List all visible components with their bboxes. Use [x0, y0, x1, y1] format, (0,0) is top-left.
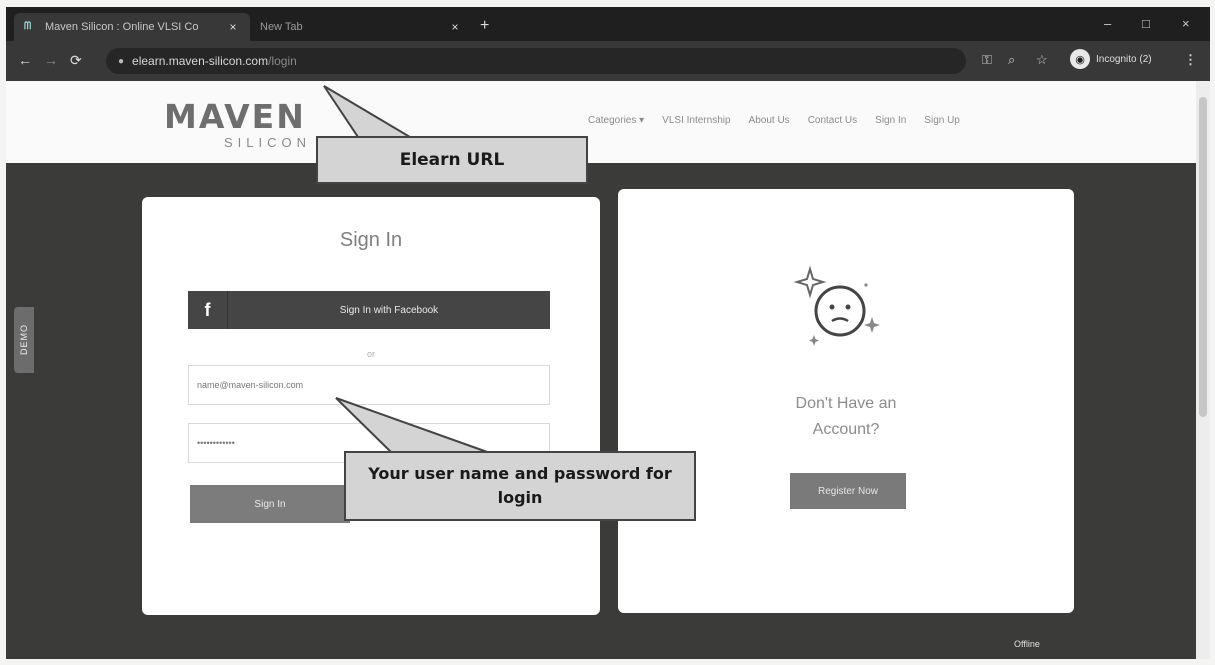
maven-silicon-logo[interactable]: MAVEN SILICON — [164, 97, 324, 153]
login-callout-line1: Your user name and password for — [368, 464, 672, 483]
new-tab-button[interactable]: + — [480, 17, 489, 35]
close-window-button[interactable]: × — [1182, 16, 1190, 31]
browser-window: ᗰ Maven Silicon : Online VLSI Co × New T… — [6, 7, 1210, 659]
sad-face-icon — [793, 265, 880, 346]
password-value: •••••••••••• — [197, 438, 235, 448]
logo-wordmark: MAVEN — [164, 97, 306, 136]
tab-new-tab[interactable]: New Tab × — [250, 13, 472, 41]
incognito-icon: ◉ — [1070, 49, 1090, 69]
key-icon[interactable]: ⚿ — [982, 52, 992, 68]
address-bar[interactable]: ● elearn.maven-silicon.com /login — [106, 48, 966, 74]
signin-title: Sign In — [339, 229, 403, 251]
menu-icon[interactable]: ⋮ — [1184, 52, 1197, 68]
login-callout-line2: login — [497, 488, 543, 507]
url-host: elearn.maven-silicon.com — [132, 54, 269, 68]
or-divider: or — [366, 349, 375, 359]
facebook-icon: f — [188, 291, 228, 329]
no-account-line1: Don't Have an — [795, 395, 897, 412]
no-account-text: Don't Have an Account? — [618, 391, 1074, 443]
nav-categories[interactable]: Categories ▾ — [588, 115, 644, 126]
elearn-url-callout: Elearn URL — [316, 136, 588, 184]
feedback-tab[interactable]: DEMO — [14, 307, 34, 373]
star-icon[interactable]: ☆ — [1036, 52, 1048, 68]
nav-about-us[interactable]: About Us — [749, 115, 790, 126]
incognito-label: Incognito (2) — [1096, 53, 1152, 65]
tab-title: Maven Silicon : Online VLSI Co — [45, 21, 199, 33]
tab-maven-silicon[interactable]: ᗰ Maven Silicon : Online VLSI Co × — [14, 13, 250, 41]
no-account-line2: Account? — [812, 421, 880, 438]
signin-button[interactable]: Sign In — [190, 485, 350, 523]
reload-icon[interactable]: ⟳ — [70, 52, 82, 69]
minimize-button[interactable]: – — [1104, 16, 1111, 31]
nav-contact-us[interactable]: Contact Us — [808, 115, 857, 126]
nav-sign-up[interactable]: Sign Up — [924, 115, 960, 126]
register-card: Don't Have an Account? Register Now — [618, 189, 1074, 613]
email-value: name@maven-silicon.com — [197, 380, 304, 390]
back-icon[interactable]: ← — [18, 52, 32, 68]
tab-title: New Tab — [260, 21, 303, 33]
url-path: /login — [268, 54, 297, 68]
logo-subtext: SILICON — [224, 135, 312, 150]
scrollbar-thumb[interactable] — [1199, 97, 1207, 417]
tab-strip: ᗰ Maven Silicon : Online VLSI Co × New T… — [6, 7, 1210, 41]
register-button[interactable]: Register Now — [790, 473, 906, 509]
facebook-signin-button[interactable]: f Sign In with Facebook — [188, 291, 550, 329]
page-scrollbar[interactable] — [1196, 81, 1210, 659]
site-header: MAVEN SILICON Categories ▾ VLSI Internsh… — [6, 81, 1196, 163]
login-credentials-callout: Your user name and password for login — [344, 451, 696, 521]
nav-vlsi-internship[interactable]: VLSI Internship — [662, 115, 730, 126]
zoom-icon[interactable]: ⌕ — [1008, 52, 1015, 68]
forward-icon[interactable]: → — [44, 52, 58, 68]
email-field[interactable]: name@maven-silicon.com — [188, 365, 550, 405]
site-nav: Categories ▾ VLSI Internship About Us Co… — [588, 115, 978, 126]
nav-sign-in[interactable]: Sign In — [875, 115, 906, 126]
incognito-indicator[interactable]: ◉ Incognito (2) — [1070, 49, 1152, 69]
maximize-button[interactable]: □ — [1142, 16, 1150, 31]
lock-icon: ● — [118, 55, 125, 67]
offline-status: Offline — [1014, 639, 1040, 649]
facebook-signin-label: Sign In with Facebook — [339, 304, 439, 316]
close-tab-icon[interactable]: × — [226, 20, 240, 34]
close-tab-icon[interactable]: × — [448, 20, 462, 34]
maven-favicon-icon: ᗰ — [24, 21, 32, 32]
browser-toolbar: ← → ⟳ ● elearn.maven-silicon.com /login … — [6, 41, 1210, 81]
signin-card: Sign In f Sign In with Facebook or name@… — [142, 197, 600, 615]
